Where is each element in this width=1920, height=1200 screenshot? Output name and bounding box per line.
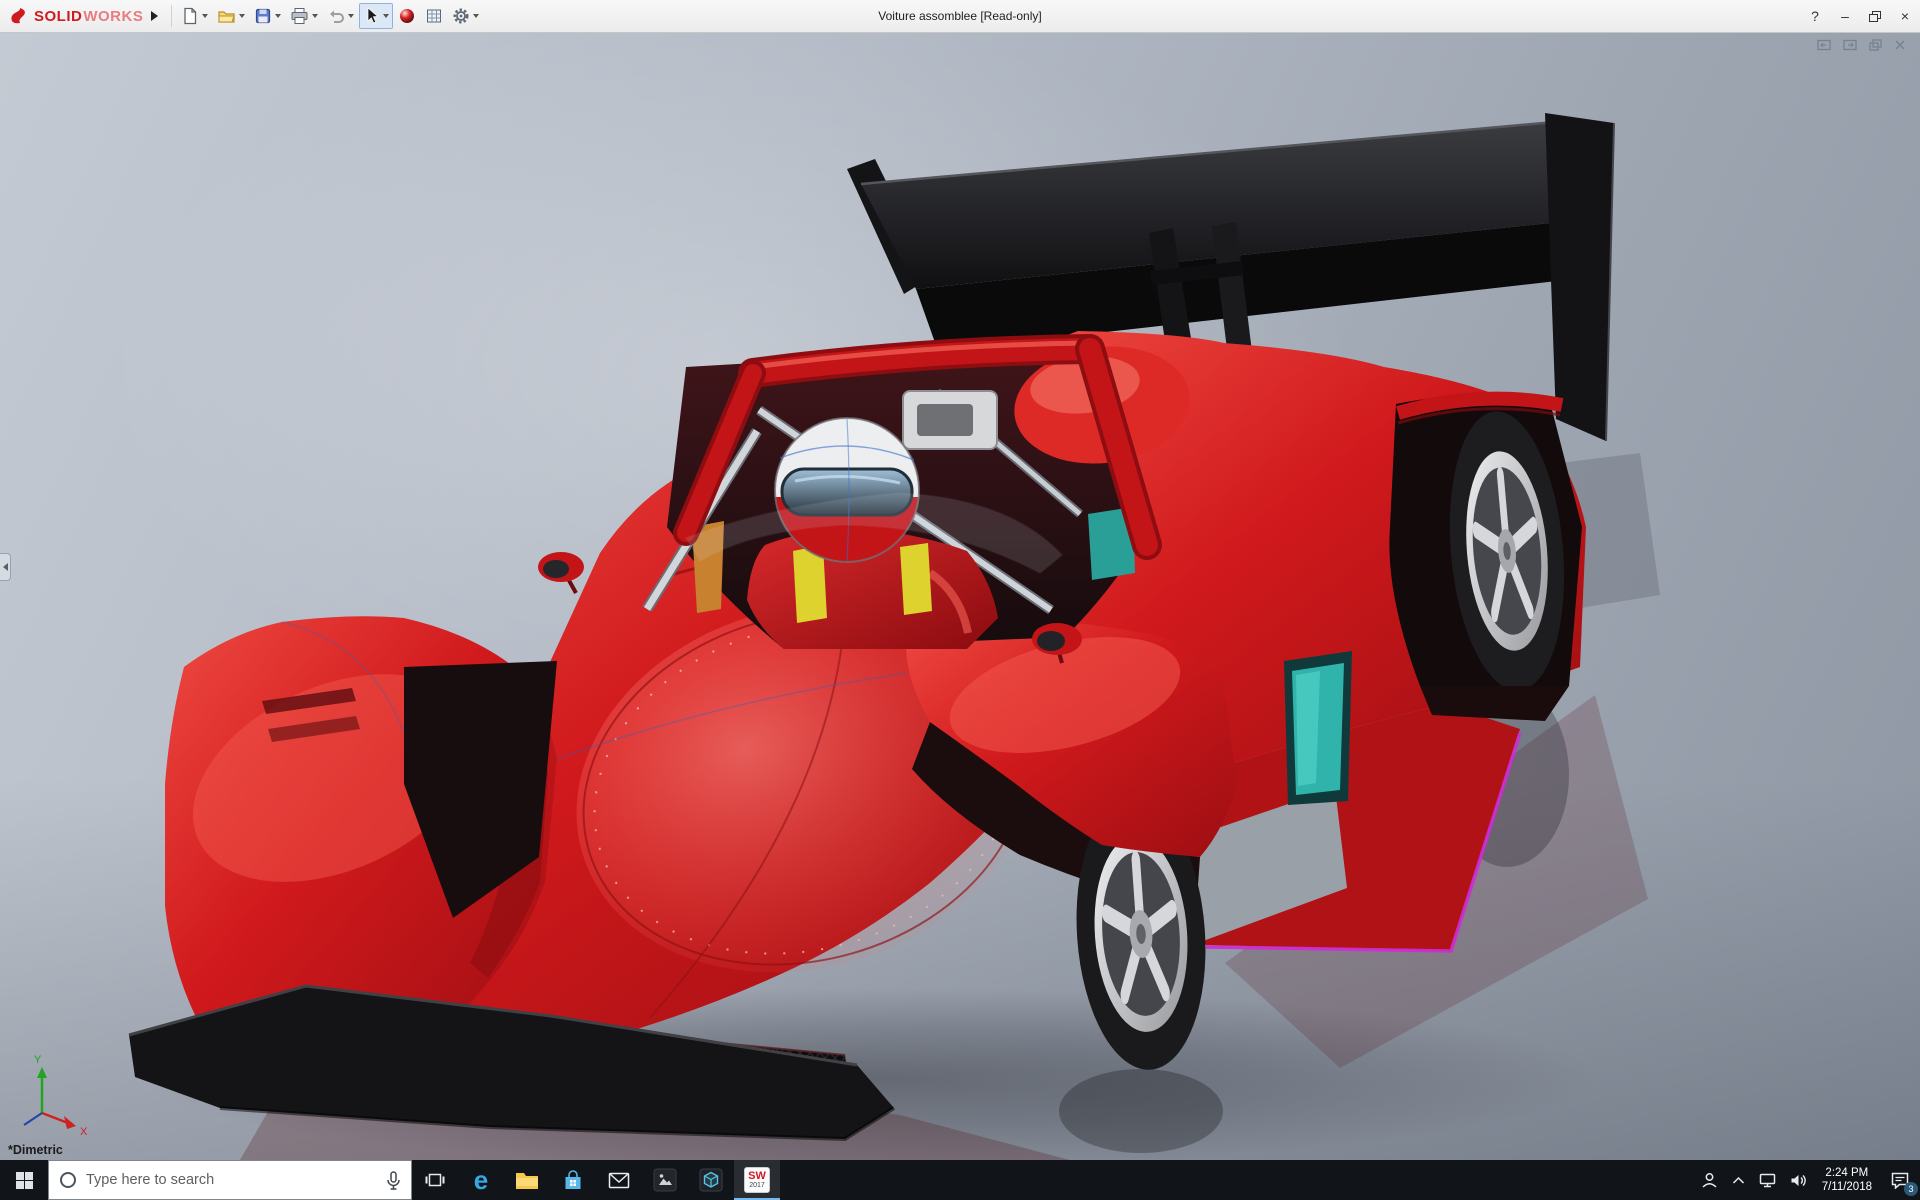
- volume-button[interactable]: [1783, 1160, 1814, 1200]
- orientation-triad: Y X: [23, 1054, 88, 1138]
- hidden-icons-button[interactable]: [1725, 1160, 1752, 1200]
- file-explorer-button[interactable]: [504, 1160, 550, 1200]
- edge-icon: e: [473, 1165, 489, 1195]
- view-orientation-label: *Dimetric: [8, 1143, 63, 1157]
- feature-panel-collapse-tab[interactable]: [0, 553, 11, 581]
- cortana-icon: [60, 1172, 76, 1188]
- media-app-button[interactable]: [642, 1160, 688, 1200]
- select-cursor-icon: [367, 7, 379, 24]
- window-title: Voiture assomblee [Read-only]: [878, 9, 1042, 23]
- sheet-grid-icon: [427, 9, 442, 23]
- solidworks-app-button[interactable]: SW 2017: [734, 1160, 780, 1200]
- dassault-logo-icon: [11, 8, 25, 24]
- print-button[interactable]: [286, 3, 322, 29]
- start-button[interactable]: [0, 1160, 48, 1200]
- restore-icon: [1869, 10, 1881, 22]
- open-button[interactable]: [213, 3, 249, 29]
- mail-button[interactable]: [596, 1160, 642, 1200]
- dropdown-caret[interactable]: [202, 14, 209, 18]
- appearance-sphere-icon: [400, 9, 415, 23]
- speaker-icon: [1791, 1174, 1806, 1186]
- undo-button[interactable]: [323, 3, 358, 29]
- restore-window-icon[interactable]: [1869, 39, 1882, 51]
- mail-icon: [608, 1172, 630, 1188]
- chevron-left-icon: [2, 563, 8, 571]
- dropdown-caret[interactable]: [348, 14, 355, 18]
- new-document-icon: [184, 7, 197, 25]
- action-center-button[interactable]: 3: [1880, 1160, 1920, 1200]
- dock-pane-icon[interactable]: [1817, 39, 1831, 51]
- clock[interactable]: 2:24 PM 7/11/2018: [1814, 1160, 1880, 1200]
- task-view-button[interactable]: [412, 1160, 458, 1200]
- dropdown-caret[interactable]: [275, 14, 282, 18]
- file-explorer-icon: [516, 1173, 538, 1189]
- gear-icon: [453, 8, 469, 24]
- quick-access-toolbar: [177, 3, 483, 29]
- evaluate-button[interactable]: [421, 3, 447, 29]
- 3d-viewer-icon: [699, 1168, 723, 1192]
- window-controls: ? – ×: [1800, 0, 1920, 33]
- taskbar: e: [0, 1160, 1920, 1200]
- system-tray: 2:24 PM 7/11/2018 3: [1694, 1160, 1920, 1200]
- dropdown-caret[interactable]: [473, 14, 480, 18]
- people-button[interactable]: [1694, 1160, 1725, 1200]
- undock-pane-icon[interactable]: [1843, 39, 1857, 51]
- toolbar-separator: [171, 5, 173, 27]
- media-app-icon: [653, 1168, 677, 1192]
- save-icon: [256, 8, 271, 24]
- close-button[interactable]: ×: [1890, 0, 1920, 33]
- help-button[interactable]: ?: [1800, 0, 1830, 33]
- minimize-button[interactable]: –: [1830, 0, 1860, 33]
- triad-x-label: X: [80, 1126, 88, 1138]
- new-document-button[interactable]: [177, 3, 212, 29]
- select-button[interactable]: [359, 3, 394, 29]
- people-icon: [1702, 1173, 1717, 1188]
- edge-button[interactable]: e: [458, 1160, 504, 1200]
- chevron-up-icon: [1732, 1176, 1744, 1184]
- dropdown-caret[interactable]: [239, 14, 246, 18]
- 3d-viewer-button[interactable]: [688, 1160, 734, 1200]
- brand-works: WORKS: [83, 7, 144, 25]
- 3d-model-race-car[interactable]: Y X: [0, 33, 1920, 1160]
- document-window-controls: [1817, 39, 1906, 51]
- windows-logo-icon: [15, 1171, 33, 1189]
- notification-badge: 3: [1904, 1182, 1918, 1196]
- solidworks-menu-arrow[interactable]: [151, 11, 159, 21]
- restore-button[interactable]: [1860, 0, 1890, 33]
- titlebar: SOLID WORKS Voiture assomblee [Read-only…: [0, 0, 1920, 33]
- taskbar-search[interactable]: [48, 1160, 412, 1200]
- save-button[interactable]: [250, 3, 285, 29]
- appearance-button[interactable]: [394, 3, 420, 29]
- network-icon: [1759, 1173, 1775, 1187]
- brand-solid: SOLID: [34, 7, 83, 25]
- search-input[interactable]: [86, 1172, 377, 1188]
- task-view-icon: [425, 1173, 445, 1187]
- tray-date: 7/11/2018: [1821, 1181, 1872, 1193]
- microphone-icon[interactable]: [386, 1170, 401, 1190]
- dropdown-caret[interactable]: [312, 14, 319, 18]
- options-button[interactable]: [448, 3, 483, 29]
- dropdown-caret[interactable]: [383, 14, 390, 18]
- close-window-icon[interactable]: [1894, 39, 1906, 51]
- taskbar-apps: e SW 2017: [412, 1160, 780, 1200]
- graphics-viewport[interactable]: Y X *Dimetric: [0, 33, 1920, 1160]
- store-button[interactable]: [550, 1160, 596, 1200]
- triad-y-label: Y: [34, 1054, 42, 1066]
- solidworks-logo[interactable]: SOLID WORKS: [0, 7, 149, 25]
- solidworks-app-icon: SW 2017: [744, 1167, 770, 1193]
- tray-time: 2:24 PM: [1825, 1167, 1869, 1179]
- store-icon: [565, 1169, 581, 1189]
- network-button[interactable]: [1752, 1160, 1783, 1200]
- undo-icon: [330, 10, 345, 23]
- print-icon: [291, 8, 308, 24]
- open-folder-icon: [218, 11, 236, 23]
